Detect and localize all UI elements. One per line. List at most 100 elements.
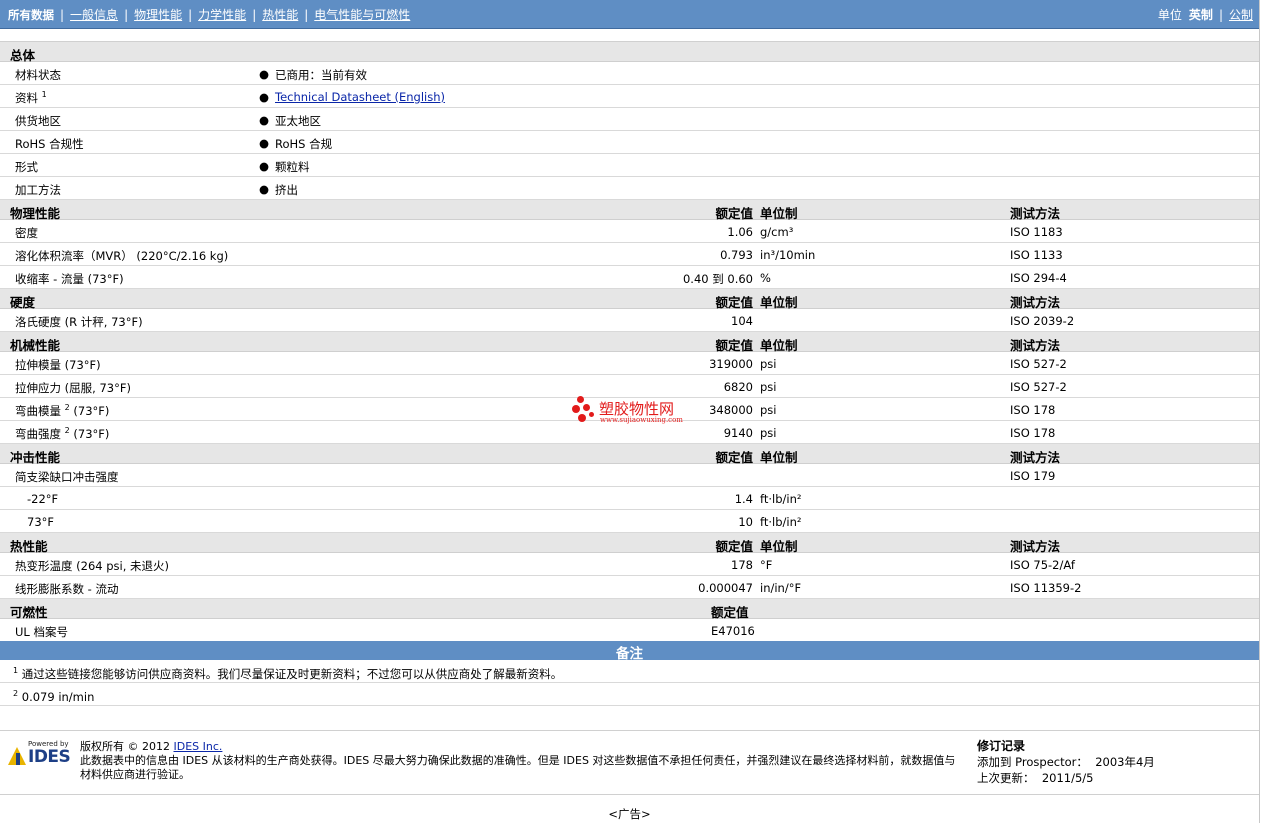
footnote-number: 2: [13, 689, 19, 698]
row-unit: in³/10min: [760, 248, 816, 262]
general-row: 形式 ● 颗粒料: [0, 154, 1259, 177]
table-row: 密度 1.06 g/cm³ ISO 1183: [0, 220, 1259, 243]
row-label: 材料状态: [15, 68, 61, 82]
updated-label: 上次更新：: [977, 771, 1035, 785]
row-unit: in/in/°F: [760, 581, 802, 595]
row-unit: g/cm³: [760, 225, 794, 239]
tab-thermal[interactable]: 热性能: [262, 6, 298, 23]
table-row: -22°F 1.4 ft·lb/in²: [0, 487, 1259, 510]
top-nav: 所有数据 | 一般信息 | 物理性能 | 力学性能 | 热性能 | 电气性能与可…: [0, 0, 1259, 29]
advertisement-label: <广告>: [608, 807, 651, 821]
row-label: 热变形温度 (264 psi, 未退火): [15, 559, 170, 573]
general-row: 资料 1 ● Technical Datasheet (English): [0, 85, 1259, 108]
added-label: 添加到 Prospector：: [977, 755, 1088, 769]
tab-all-data[interactable]: 所有数据: [8, 7, 54, 23]
logo-bar-icon: [16, 753, 20, 765]
table-row: 洛氏硬度 (R 计秤, 73°F) 104 ISO 2039-2: [0, 309, 1259, 332]
row-label: -22°F: [27, 492, 59, 506]
row-value: 1.06: [727, 225, 753, 239]
row-label: UL 档案号: [15, 625, 68, 639]
tab-electrical-flammability[interactable]: 电气性能与可燃性: [314, 6, 410, 23]
bullet-icon: ●: [259, 159, 270, 173]
notes-header: 备注: [0, 641, 1259, 662]
row-value: 1.4: [734, 492, 753, 506]
row-unit: °F: [760, 558, 773, 572]
bullet-icon: ●: [259, 136, 270, 150]
unit-metric-link[interactable]: 公制: [1229, 6, 1253, 23]
footer-divider: [0, 730, 1259, 731]
row-value: RoHS 合规: [275, 137, 333, 151]
row-unit: psi: [760, 403, 777, 417]
row-label: 资料 1: [15, 90, 47, 105]
row-value: 0.793: [720, 248, 753, 262]
ides-inc-link[interactable]: IDES Inc.: [174, 740, 223, 753]
row-label: 加工方法: [15, 183, 61, 197]
row-value: 319000: [709, 357, 753, 371]
row-unit: ft·lb/in²: [760, 492, 802, 506]
table-row: 73°F 10 ft·lb/in²: [0, 510, 1259, 533]
tab-mechanical[interactable]: 力学性能: [198, 6, 246, 23]
ides-logo[interactable]: Powered by IDES: [8, 740, 72, 770]
row-label: 拉伸模量 (73°F): [15, 358, 101, 372]
row-value: 9140: [723, 426, 753, 440]
nav-separator: |: [188, 7, 193, 22]
row-unit: ft·lb/in²: [760, 515, 802, 529]
table-row: 收缩率 - 流量 (73°F) 0.40 到 0.60 % ISO 294-4: [0, 266, 1259, 289]
row-value: 亚太地区: [275, 114, 321, 128]
table-row: 线形膨胀系数 - 流动 0.000047 in/in/°F ISO 11359-…: [0, 576, 1259, 599]
row-label: RoHS 合规性: [15, 137, 84, 151]
row-label: 溶化体积流率（MVR） (220°C/2.16 kg): [15, 249, 229, 263]
section-flammability: 可燃性 额定值: [0, 599, 1259, 620]
row-test-method: ISO 1183: [1010, 225, 1063, 239]
row-test-method: ISO 294-4: [1010, 271, 1067, 285]
row-label: 线形膨胀系数 - 流动: [15, 582, 119, 596]
table-row: 拉伸模量 (73°F) 319000 psi ISO 527-2: [0, 352, 1259, 375]
row-label: 洛氏硬度 (R 计秤, 73°F): [15, 315, 143, 329]
row-value: 0.000047: [698, 581, 753, 595]
section-hardness: 硬度 额定值 单位制 测试方法: [0, 289, 1259, 310]
tab-general-info[interactable]: 一般信息: [70, 6, 118, 23]
row-test-method: ISO 527-2: [1010, 357, 1067, 371]
row-label: 密度: [15, 226, 38, 240]
top-spacer: [0, 29, 1259, 42]
revision-title: 修订记录: [977, 739, 1026, 753]
section-mechanical: 机械性能 额定值 单位制 测试方法: [0, 332, 1259, 353]
technical-datasheet-link[interactable]: Technical Datasheet (English): [275, 90, 445, 104]
bullet-icon: ●: [259, 90, 270, 104]
section-impact: 冲击性能 额定值 单位制 测试方法: [0, 444, 1259, 465]
bullet-icon: ●: [259, 182, 270, 196]
logo-text: IDES: [28, 747, 71, 767]
row-value: 104: [731, 314, 753, 328]
bullet-icon: ●: [259, 113, 270, 127]
bullet-icon: ●: [259, 67, 270, 81]
row-value: 0.40 到 0.60: [682, 272, 753, 286]
row-label: 73°F: [27, 515, 54, 529]
notes-title: 备注: [616, 646, 643, 662]
nav-tabs: 所有数据 | 一般信息 | 物理性能 | 力学性能 | 热性能 | 电气性能与可…: [8, 6, 410, 23]
nav-separator: |: [124, 7, 129, 22]
table-row: UL 档案号 E47016: [0, 619, 1259, 642]
nav-separator: |: [1218, 7, 1223, 22]
nav-separator: |: [60, 7, 65, 22]
row-value: 178: [731, 558, 753, 572]
row-unit: %: [760, 271, 771, 285]
revision-history: 修订记录 添加到 Prospector： 2003年4月 上次更新： 2011/…: [977, 738, 1155, 786]
row-value: E47016: [711, 624, 755, 638]
copyright-text: 版权所有 © 2012: [80, 740, 170, 753]
added-date: 2003年4月: [1095, 755, 1155, 769]
row-test-method: ISO 11359-2: [1010, 581, 1082, 595]
datasheet: 总体 材料状态 ● 已商用：当前有效 资料 1 ● Technical Data…: [0, 42, 1259, 642]
nav-separator: |: [304, 7, 309, 22]
row-unit: psi: [760, 357, 777, 371]
updated-date: 2011/5/5: [1041, 771, 1094, 785]
row-test-method: ISO 2039-2: [1010, 314, 1075, 328]
tab-physical[interactable]: 物理性能: [134, 6, 182, 23]
row-unit: psi: [760, 426, 777, 440]
units-label: 单位: [1157, 8, 1182, 22]
footnote-number: 1: [13, 666, 19, 675]
copyright-block: 版权所有 © 2012 IDES Inc. 此数据表中的信息由 IDES 从该材…: [80, 740, 965, 782]
footnote-ref: 1: [41, 90, 47, 99]
row-label: 收缩率 - 流量 (73°F): [15, 272, 124, 286]
row-value: 挤出: [275, 183, 298, 197]
watermark-url: www.sujiaowuxing.com: [600, 416, 683, 424]
